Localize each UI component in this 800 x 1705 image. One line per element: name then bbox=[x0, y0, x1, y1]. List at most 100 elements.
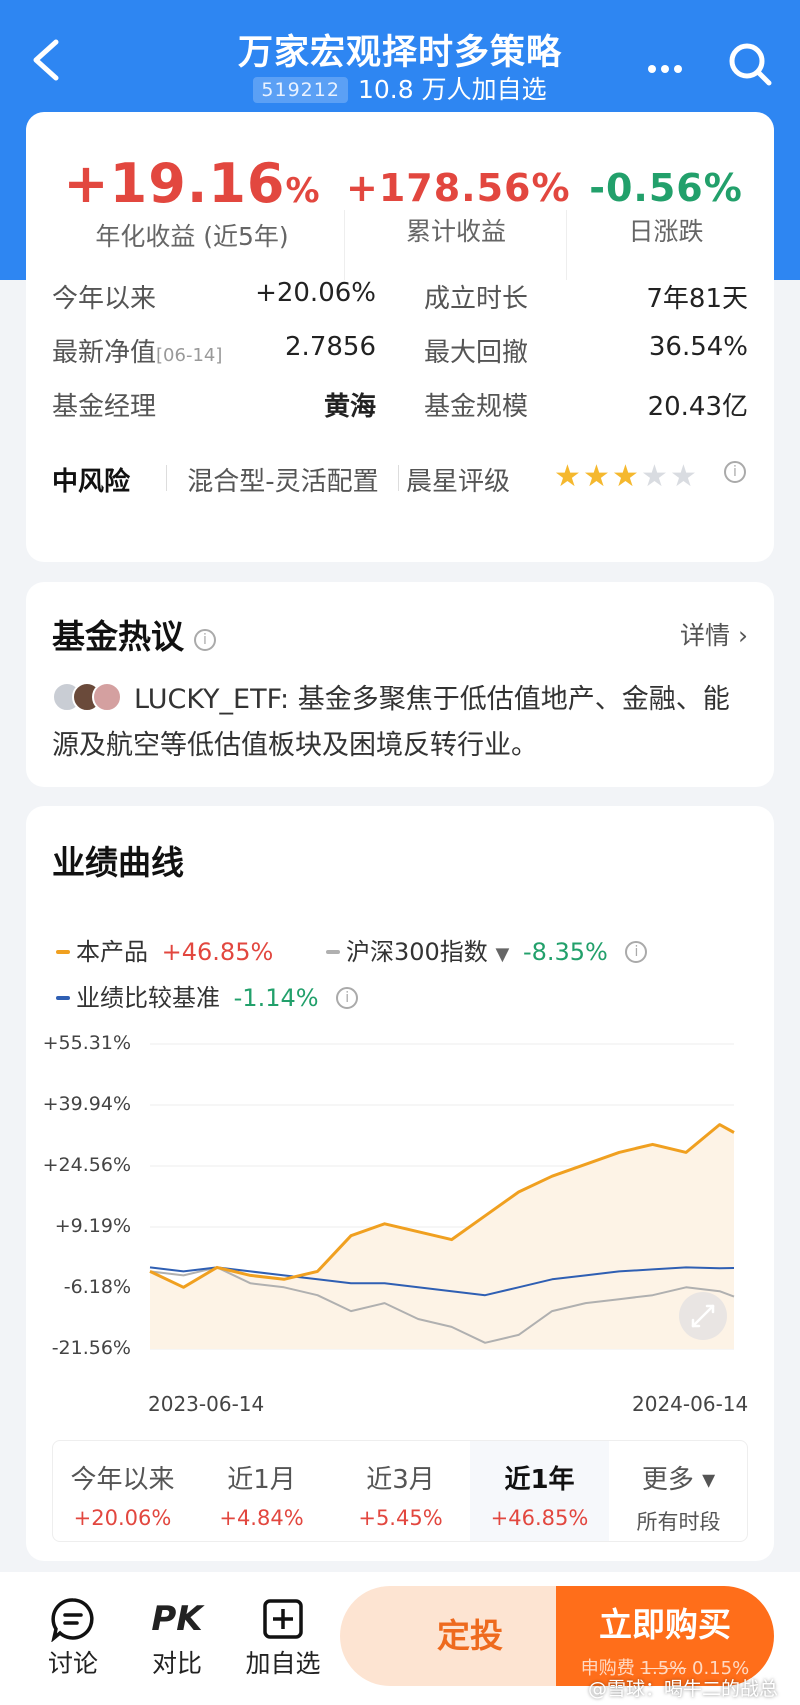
legend-swatch bbox=[56, 996, 70, 1000]
cumulative-return-value: +178.56% bbox=[346, 166, 571, 210]
drawdown-value: 36.54% bbox=[648, 332, 748, 362]
dropdown-triangle-icon: ▼ bbox=[495, 944, 510, 965]
user-avatars bbox=[52, 682, 126, 712]
detail-link[interactable]: 详情 › bbox=[680, 616, 748, 652]
period-tab[interactable]: 今年以来 +20.06% bbox=[53, 1441, 192, 1541]
nav-value: 2.7856 bbox=[285, 332, 376, 362]
info-row-2: 最新净值[06-14] 2.7856 最大回撤 36.54% bbox=[26, 332, 774, 372]
legend-product: 本产品 +46.85% bbox=[56, 932, 273, 967]
star-icon: ★ bbox=[583, 459, 610, 494]
period-tab[interactable]: 更多 ▾ 所有时段 bbox=[609, 1441, 748, 1541]
fund-type: 混合型-灵活配置 bbox=[187, 467, 379, 497]
star-icon: ★ bbox=[612, 459, 639, 494]
search-icon[interactable] bbox=[726, 40, 774, 88]
period-tab[interactable]: 近1年 +46.85% bbox=[470, 1441, 609, 1541]
period-tab[interactable]: 近3月 +5.45% bbox=[331, 1441, 470, 1541]
age-label: 成立时长 bbox=[424, 284, 529, 314]
period-tab-name: 今年以来 bbox=[70, 1465, 175, 1495]
cumulative-return-label: 累计收益 bbox=[405, 217, 506, 246]
daily-change: -0.56% 日涨跌 bbox=[566, 166, 766, 248]
pk-icon: PK bbox=[151, 1599, 203, 1639]
legend-swatch bbox=[56, 950, 70, 954]
risk-level: 中风险 bbox=[52, 467, 131, 497]
period-tab-name: 近1月 bbox=[227, 1465, 296, 1495]
star-icon: ★ bbox=[670, 459, 697, 494]
manager-value[interactable]: 黄海 bbox=[226, 386, 376, 423]
size-value: 20.43亿 bbox=[647, 392, 748, 422]
legend-index[interactable]: 沪深300指数 ▼ -8.35% i bbox=[326, 932, 648, 967]
info-icon[interactable]: i bbox=[625, 941, 648, 963]
legend-benchmark: 业绩比较基准 -1.14% i bbox=[56, 978, 359, 1013]
info-icon[interactable]: i bbox=[724, 461, 746, 483]
comment-text: LUCKY_ETF: 基金多聚焦于低估值地产、金融、能源及航空等低估值板块及困境… bbox=[52, 684, 730, 761]
risk-row: 中风险 混合型-灵活配置 晨星评级 ★ ★ ★ ★ ★ i bbox=[26, 457, 774, 507]
info-row-3: 基金经理 黄海 基金规模 20.43亿 bbox=[26, 386, 774, 426]
drawdown-label: 最大回撤 bbox=[424, 338, 529, 368]
cumulative-return: +178.56% 累计收益 bbox=[346, 166, 571, 248]
divider bbox=[166, 465, 167, 491]
summary-card: +19.16% 年化收益 (近5年) +178.56% 累计收益 -0.56% … bbox=[26, 112, 774, 562]
compare-label: 对比 bbox=[151, 1649, 202, 1678]
period-tab-return: 所有时段 bbox=[636, 1510, 721, 1534]
legend-product-name: 本产品 bbox=[76, 938, 148, 966]
discussion-card[interactable]: 基金热议 i 详情 › LUCKY_ETF: 基金多聚焦于低估值地产、金融、能源及… bbox=[26, 582, 774, 787]
star-icon: ★ bbox=[554, 459, 581, 494]
legend-index-name: 沪深300指数 bbox=[346, 938, 488, 966]
hot-comment[interactable]: LUCKY_ETF: 基金多聚焦于低估值地产、金融、能源及航空等低估值板块及困境… bbox=[52, 677, 752, 769]
watchlist-label: 加自选 bbox=[245, 1649, 321, 1678]
annual-return-value: +19.16 bbox=[63, 152, 286, 215]
add-watchlist-button[interactable]: 加自选 bbox=[238, 1594, 328, 1680]
rating-label: 晨星评级 bbox=[406, 467, 511, 497]
annual-return-unit: % bbox=[285, 171, 321, 211]
performance-card: 业绩曲线 本产品 +46.85% 沪深300指数 ▼ -8.35% i 业绩比较… bbox=[26, 806, 774, 1561]
period-tab-return: +20.06% bbox=[73, 1506, 172, 1530]
more-options-icon[interactable] bbox=[648, 58, 687, 77]
annual-return: +19.16% 年化收益 (近5年) bbox=[62, 152, 322, 253]
plus-square-icon bbox=[238, 1594, 328, 1644]
nav-label-text: 最新净值 bbox=[52, 338, 157, 368]
daily-change-label: 日涨跌 bbox=[628, 217, 704, 246]
divider bbox=[398, 465, 399, 491]
info-icon[interactable]: i bbox=[194, 629, 216, 651]
legend-product-value: +46.85% bbox=[161, 938, 274, 966]
period-tab-name: 更多 ▾ bbox=[641, 1465, 716, 1495]
manager-label: 基金经理 bbox=[52, 392, 157, 422]
discuss-label: 讨论 bbox=[47, 1649, 98, 1678]
divider bbox=[344, 210, 345, 280]
info-row-1: 今年以来 +20.06% 成立时长 7年81天 bbox=[26, 278, 774, 318]
nav-date: [06-14] bbox=[156, 345, 223, 366]
buy-now-button[interactable]: 立即购买 申购费 1.5% 0.15% bbox=[556, 1586, 774, 1686]
performance-title: 业绩曲线 bbox=[52, 843, 184, 882]
period-tab-return: +5.45% bbox=[358, 1506, 443, 1530]
avatar bbox=[92, 682, 122, 712]
x-tick-end: 2024-06-14 bbox=[632, 1392, 749, 1416]
period-tab[interactable]: 近1月 +4.84% bbox=[192, 1441, 331, 1541]
discussion-title: 基金热议 i bbox=[52, 610, 216, 658]
age-value: 7年81天 bbox=[646, 284, 748, 314]
expand-icon[interactable] bbox=[679, 1292, 727, 1340]
discussion-title-text: 基金热议 bbox=[52, 617, 184, 656]
top-bar: 万家宏观择时多策略 519212 10.8 万人加自选 bbox=[0, 0, 800, 110]
x-tick-start: 2023-06-14 bbox=[148, 1392, 265, 1416]
discuss-button[interactable]: 讨论 bbox=[28, 1594, 118, 1680]
nav-label: 最新净值[06-14] bbox=[52, 332, 222, 369]
buy-label: 立即购买 bbox=[599, 1605, 731, 1644]
legend-benchmark-name: 业绩比较基准 bbox=[76, 984, 220, 1012]
period-tab-name: 近1年 bbox=[504, 1465, 575, 1495]
legend-swatch bbox=[326, 950, 340, 954]
info-icon[interactable]: i bbox=[336, 987, 359, 1009]
follower-count: 10.8 万人加自选 bbox=[357, 75, 547, 104]
kpi-row: +19.16% 年化收益 (近5年) +178.56% 累计收益 -0.56% … bbox=[26, 152, 774, 280]
compare-button[interactable]: PK 对比 bbox=[132, 1594, 222, 1680]
size-label: 基金规模 bbox=[424, 392, 529, 422]
detail-link-text: 详情 bbox=[680, 621, 731, 650]
chevron-right-icon: › bbox=[738, 621, 748, 650]
daily-change-value: -0.56% bbox=[589, 166, 743, 210]
period-tab-return: +46.85% bbox=[490, 1506, 589, 1530]
ytd-label: 今年以来 bbox=[52, 284, 157, 314]
period-tabs: 今年以来 +20.06% 近1月 +4.84% 近3月 +5.45% 近1年 +46.85% 更… bbox=[52, 1440, 748, 1542]
chat-bubble-icon bbox=[28, 1594, 118, 1644]
legend-index-value: -8.35% bbox=[522, 938, 608, 966]
legend-benchmark-value: -1.14% bbox=[233, 984, 319, 1012]
annual-return-label: 年化收益 (近5年) bbox=[95, 222, 289, 251]
